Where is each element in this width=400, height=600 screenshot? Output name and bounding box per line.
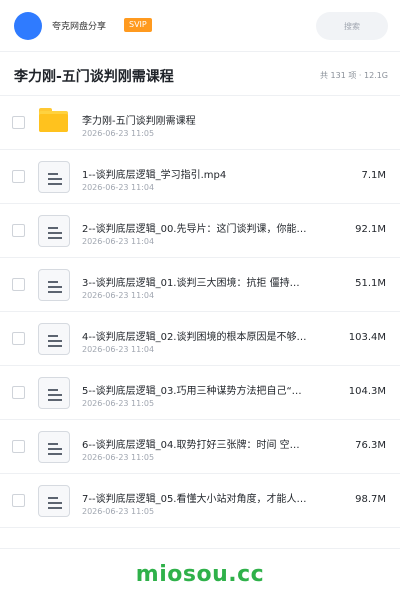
- document-icon: [38, 161, 70, 193]
- item-checkbox[interactable]: [12, 494, 25, 507]
- document-icon: [38, 377, 70, 409]
- item-name: 6--谈判底层逻辑_04.取势打好三张牌：时间 空…: [82, 440, 300, 451]
- item-date: 2026-06-23 11:05: [82, 399, 155, 408]
- item-checkbox[interactable]: [12, 116, 25, 129]
- list-item[interactable]: 1--谈判底层逻辑_学习指引.mp4 2026-06-23 11:04 7.1M: [0, 150, 400, 204]
- item-size: 76.3M: [355, 440, 386, 451]
- item-checkbox[interactable]: [12, 278, 25, 291]
- list-item[interactable]: 李力刚-五门谈判刚需课程 2026-06-23 11:05: [0, 96, 400, 150]
- document-icon: [38, 431, 70, 463]
- item-date: 2026-06-23 11:04: [82, 291, 155, 300]
- item-checkbox[interactable]: [12, 224, 25, 237]
- item-size: 103.4M: [348, 332, 386, 343]
- item-size: 92.1M: [355, 224, 386, 235]
- item-name: 2--谈判底层逻辑_00.先导片：这门谈判课，你能…: [82, 224, 307, 235]
- item-name: 1--谈判底层逻辑_学习指引.mp4: [82, 170, 227, 181]
- watermark-text: miosou.cc: [135, 562, 265, 587]
- folder-title-bar: 李力刚-五门谈判刚需课程 共 131 项 · 12.1G: [0, 52, 400, 96]
- item-date: 2026-06-23 11:05: [82, 129, 155, 138]
- item-checkbox[interactable]: [12, 332, 25, 345]
- search-label: 搜索: [344, 21, 360, 31]
- page-title: 李力刚-五门谈判刚需课程: [14, 69, 174, 85]
- file-list: 李力刚-五门谈判刚需课程 2026-06-23 11:05 1--谈判底层逻辑_…: [0, 96, 400, 528]
- item-size: 51.1M: [355, 278, 386, 289]
- avatar[interactable]: [14, 12, 42, 40]
- item-name: 5--谈判底层逻辑_03.巧用三种谋势方法把自己“…: [82, 386, 302, 397]
- svip-badge: SVIP: [124, 18, 152, 32]
- list-item[interactable]: 5--谈判底层逻辑_03.巧用三种谋势方法把自己“… 2026-06-23 11…: [0, 366, 400, 420]
- item-name: 李力刚-五门谈判刚需课程: [82, 116, 196, 127]
- item-date: 2026-06-23 11:04: [82, 345, 155, 354]
- item-count-summary: 共 131 项 · 12.1G: [320, 71, 388, 80]
- item-size: 104.3M: [348, 386, 386, 397]
- watermark-banner: miosou.cc: [0, 548, 400, 600]
- item-checkbox[interactable]: [12, 386, 25, 399]
- item-size: 7.1M: [361, 170, 386, 181]
- list-item[interactable]: 6--谈判底层逻辑_04.取势打好三张牌：时间 空… 2026-06-23 11…: [0, 420, 400, 474]
- document-icon: [38, 269, 70, 301]
- item-name: 7--谈判底层逻辑_05.看懂大小站对角度，才能人…: [82, 494, 307, 505]
- search-button[interactable]: 搜索: [316, 12, 388, 40]
- share-header: 夸克网盘分享 SVIP 搜索: [0, 0, 400, 52]
- share-source-name: 夸克网盘分享: [52, 22, 107, 32]
- item-date: 2026-06-23 11:05: [82, 453, 155, 462]
- document-icon: [38, 485, 70, 517]
- item-size: 98.7M: [355, 494, 386, 505]
- item-name: 3--谈判底层逻辑_01.谈判三大困境：抗拒 僵持…: [82, 278, 300, 289]
- list-item[interactable]: 3--谈判底层逻辑_01.谈判三大困境：抗拒 僵持… 2026-06-23 11…: [0, 258, 400, 312]
- item-date: 2026-06-23 11:04: [82, 237, 155, 246]
- item-checkbox[interactable]: [12, 170, 25, 183]
- list-item[interactable]: 7--谈判底层逻辑_05.看懂大小站对角度，才能人… 2026-06-23 11…: [0, 474, 400, 528]
- item-checkbox[interactable]: [12, 440, 25, 453]
- folder-icon: [39, 108, 68, 132]
- item-date: 2026-06-23 11:04: [82, 183, 155, 192]
- list-item[interactable]: 4--谈判底层逻辑_02.谈判困境的根本原因是不够… 2026-06-23 11…: [0, 312, 400, 366]
- item-date: 2026-06-23 11:05: [82, 507, 155, 516]
- document-icon: [38, 323, 70, 355]
- item-name: 4--谈判底层逻辑_02.谈判困境的根本原因是不够…: [82, 332, 307, 343]
- list-item[interactable]: 2--谈判底层逻辑_00.先导片：这门谈判课，你能… 2026-06-23 11…: [0, 204, 400, 258]
- document-icon: [38, 215, 70, 247]
